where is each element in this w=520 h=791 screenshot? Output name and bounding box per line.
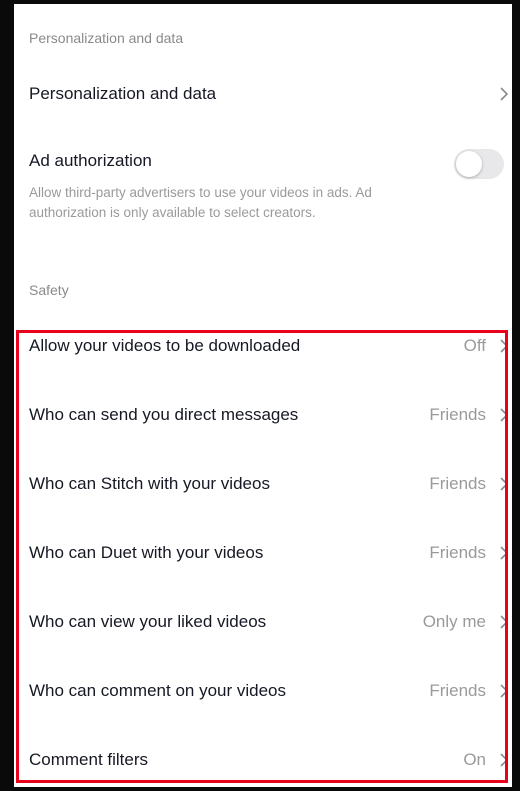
row-right: Friends (429, 681, 512, 701)
toggle-knob (456, 151, 482, 177)
row-right: Friends (429, 474, 512, 494)
ad-authorization-toggle[interactable] (454, 149, 504, 179)
safety-item-duet[interactable]: Who can Duet with your videos Friends (14, 518, 512, 587)
row-right (496, 86, 512, 102)
section-header-safety: Safety (29, 282, 69, 298)
personalization-and-data-row[interactable]: Personalization and data (14, 59, 512, 128)
row-right: On (463, 750, 512, 770)
safety-item-direct-messages[interactable]: Who can send you direct messages Friends (14, 380, 512, 449)
row-value: Friends (429, 473, 486, 493)
row-label: Allow your videos to be downloaded (29, 335, 301, 355)
row-value: Friends (429, 680, 486, 700)
row-right: Off (464, 336, 512, 356)
row-label: Comment filters (29, 749, 149, 769)
row-value: On (463, 749, 486, 769)
chevron-right-icon (496, 752, 512, 768)
chevron-right-icon (496, 545, 512, 561)
ad-authorization-row: Ad authorization Allow third-party adver… (14, 139, 512, 239)
row-value: Friends (429, 404, 486, 424)
chevron-right-icon (496, 476, 512, 492)
chevron-right-icon (496, 86, 512, 102)
row-value: Off (463, 335, 486, 355)
row-right: Only me (423, 612, 512, 632)
ad-authorization-description: Allow third-party advertisers to use you… (29, 185, 372, 220)
safety-item-download[interactable]: Allow your videos to be downloaded Off (14, 311, 512, 380)
settings-content: Personalization and data Personalization… (14, 4, 512, 787)
row-value: Friends (429, 542, 486, 562)
row-label: Who can view your liked videos (29, 611, 267, 631)
safety-item-stitch[interactable]: Who can Stitch with your videos Friends (14, 449, 512, 518)
row-right: Friends (429, 405, 512, 425)
row-label: Who can Stitch with your videos (29, 473, 270, 493)
safety-item-comments[interactable]: Who can comment on your videos Friends (14, 656, 512, 725)
safety-item-liked-videos[interactable]: Who can view your liked videos Only me (14, 587, 512, 656)
row-value: Only me (422, 611, 486, 631)
chevron-right-icon (496, 338, 512, 354)
safety-item-comment-filters[interactable]: Comment filters On (14, 725, 512, 787)
chevron-right-icon (496, 407, 512, 423)
row-label: Personalization and data (29, 83, 217, 103)
chevron-right-icon (496, 614, 512, 630)
row-label: Who can comment on your videos (29, 680, 287, 700)
row-label: Who can Duet with your videos (29, 542, 264, 562)
row-right: Friends (429, 543, 512, 563)
row-label: Who can send you direct messages (29, 404, 299, 424)
settings-screen: Personalization and data Personalization… (0, 0, 520, 791)
section-header-personalization: Personalization and data (29, 30, 184, 46)
ad-authorization-label: Ad authorization (29, 151, 152, 170)
chevron-right-icon (496, 683, 512, 699)
